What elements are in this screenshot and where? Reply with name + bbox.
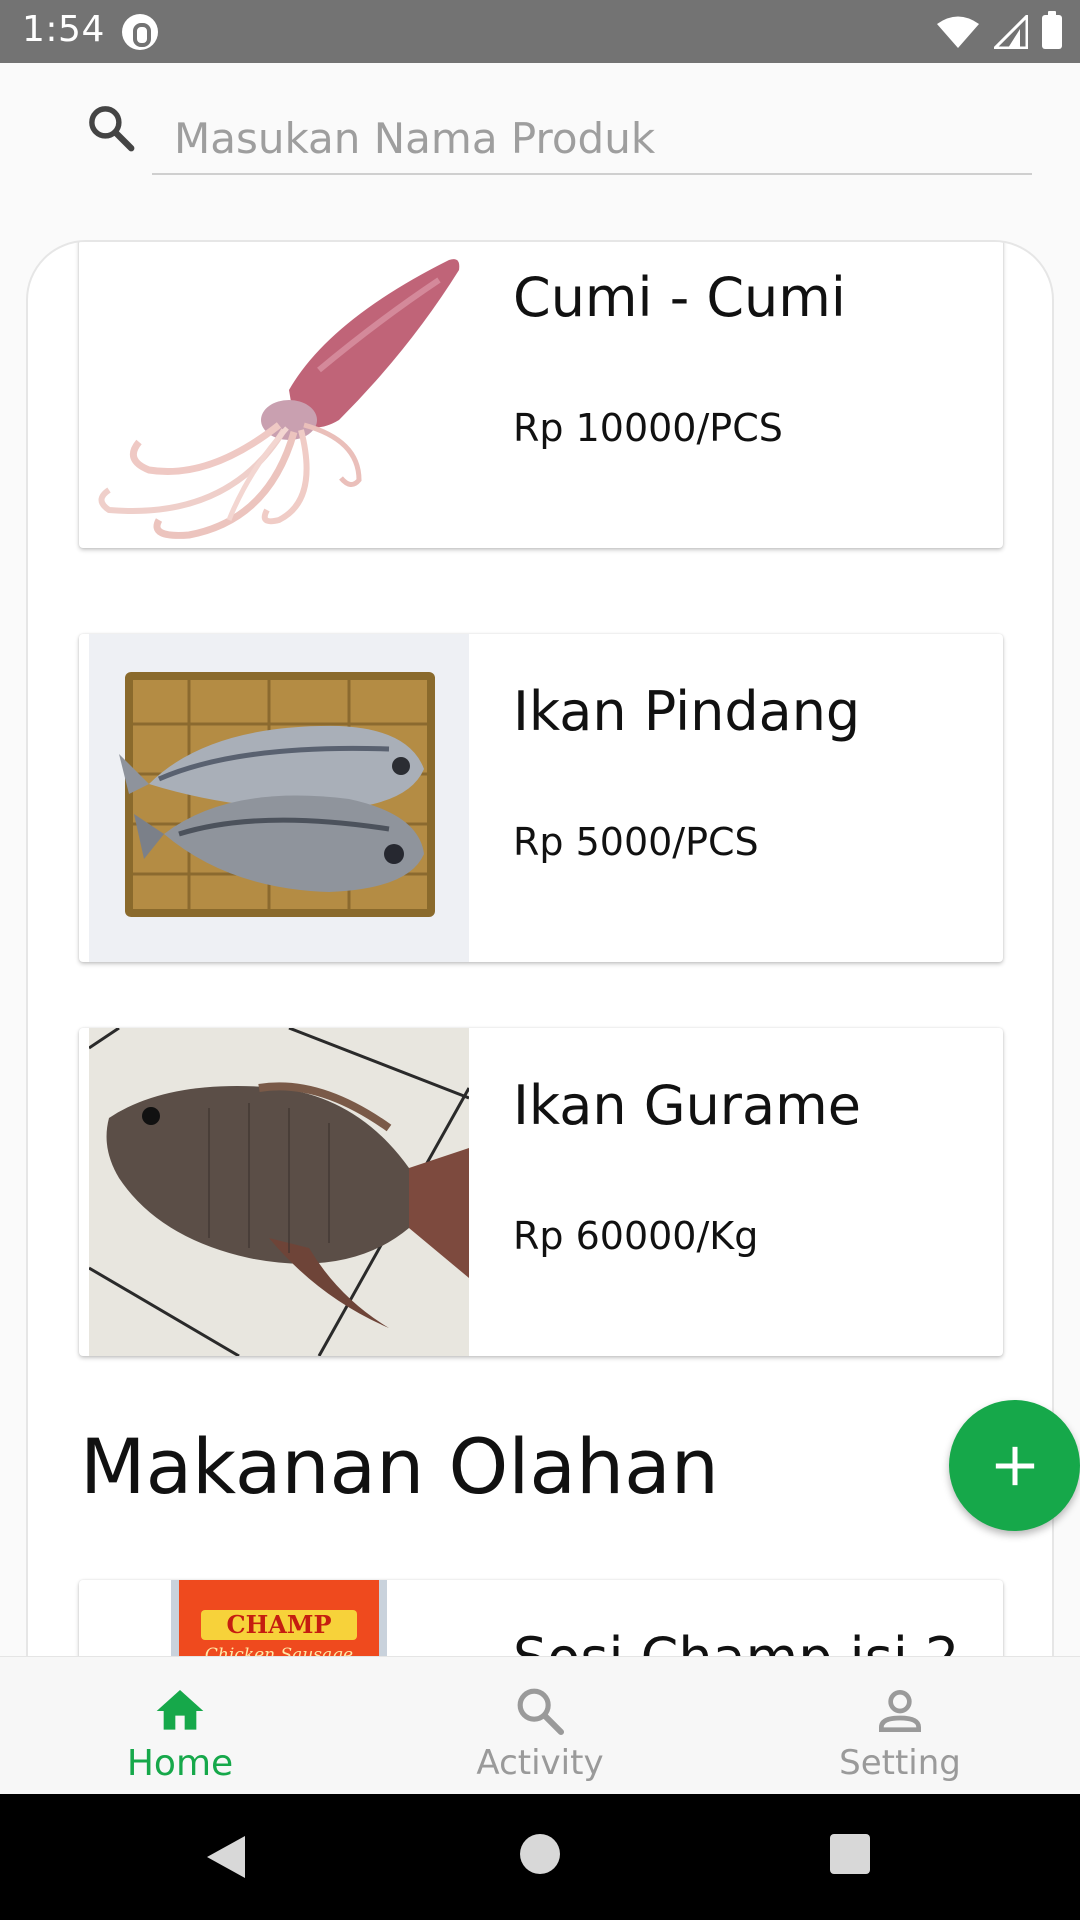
nav-label-home: Home — [126, 1743, 234, 1784]
nav-label-setting: Setting — [839, 1743, 961, 1783]
plus-icon — [995, 1446, 1034, 1485]
status-bar: 1:54 — [0, 0, 1080, 63]
wifi-icon — [937, 16, 979, 48]
gourami-fish-image — [89, 1028, 469, 1356]
battery-icon — [1042, 11, 1062, 49]
search-input[interactable] — [152, 103, 1032, 175]
search-bar — [0, 63, 1080, 233]
home-button-icon[interactable] — [520, 1834, 560, 1874]
product-price: Rp 5000/PCS — [513, 820, 759, 864]
pindang-fish-image — [89, 634, 469, 962]
product-name: Ikan Gurame — [513, 1074, 861, 1137]
product-name: Cumi - Cumi — [513, 266, 846, 329]
product-price: Rp 60000/Kg — [513, 1214, 759, 1258]
product-name: Ikan Pindang — [513, 680, 861, 743]
product-card[interactable]: Ikan Pindang Rp 5000/PCS — [79, 634, 1003, 962]
nav-label-activity: Activity — [476, 1743, 604, 1783]
section-title: Makanan Olahan — [80, 1422, 719, 1511]
product-price: Rp 10000/PCS — [513, 406, 783, 450]
home-icon — [156, 1690, 204, 1730]
recent-apps-icon[interactable] — [830, 1834, 870, 1874]
status-time: 1:54 — [22, 9, 105, 50]
back-icon[interactable] — [205, 1834, 247, 1880]
nav-item-activity[interactable]: Activity — [360, 1657, 720, 1795]
product-list-panel[interactable]: Cumi - Cumi Rp 10000/PCS Ikan Pindang Rp… — [26, 240, 1054, 1740]
app-notification-icon — [122, 14, 158, 50]
system-navigation-bar — [0, 1794, 1080, 1920]
nav-item-setting[interactable]: Setting — [720, 1657, 1080, 1795]
squid-image — [89, 242, 469, 548]
search-icon — [89, 106, 135, 152]
nav-item-home[interactable]: Home — [0, 1657, 360, 1795]
bottom-navigation: Home Activity Setting — [0, 1656, 1080, 1794]
status-icons — [936, 11, 1062, 52]
product-card[interactable]: Ikan Gurame Rp 60000/Kg — [79, 1028, 1003, 1356]
product-card[interactable]: Cumi - Cumi Rp 10000/PCS — [79, 242, 1003, 548]
search-icon — [517, 1688, 565, 1736]
person-icon — [879, 1690, 921, 1732]
add-product-button[interactable] — [949, 1400, 1080, 1531]
product-list: Cumi - Cumi Rp 10000/PCS Ikan Pindang Rp… — [28, 242, 1052, 1738]
signal-icon — [994, 15, 1028, 49]
svg-text:CHAMP: CHAMP — [226, 1610, 331, 1639]
